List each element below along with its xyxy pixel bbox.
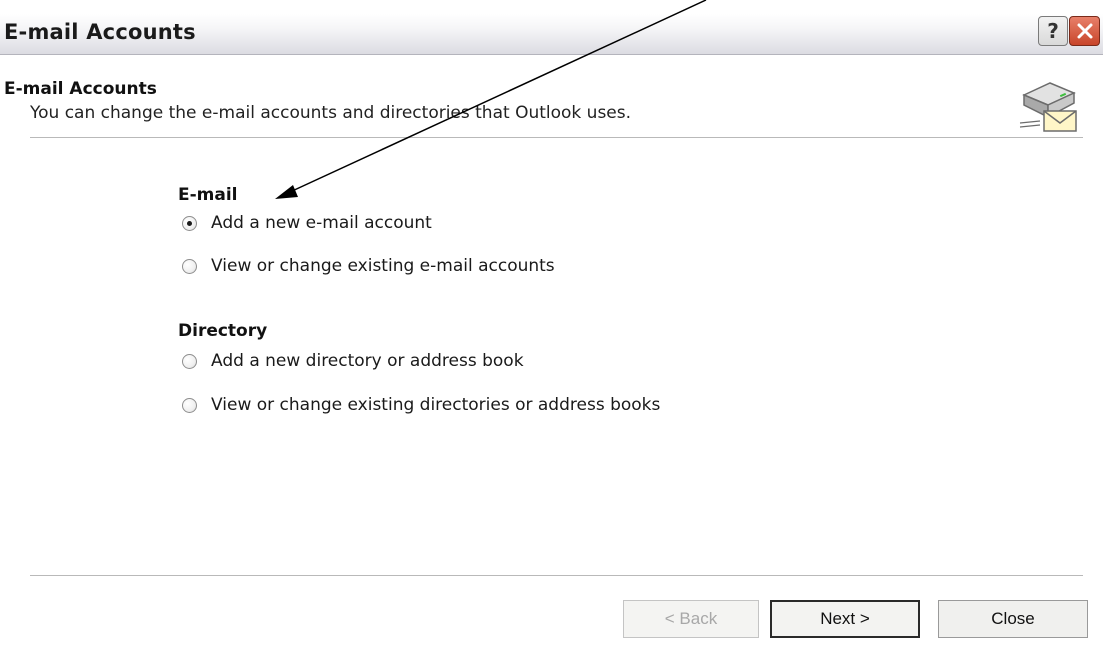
option-label: Add a new e-mail account	[211, 213, 432, 233]
radio-view-email-accounts[interactable]: View or change existing e-mail accounts	[182, 256, 555, 276]
help-icon: ?	[1047, 19, 1059, 43]
next-button[interactable]: Next >	[770, 600, 920, 638]
radio-button[interactable]	[182, 353, 197, 369]
close-window-button[interactable]	[1069, 16, 1100, 46]
radio-view-directories[interactable]: View or change existing directories or a…	[182, 395, 660, 415]
header-description: You can change the e-mail accounts and d…	[30, 103, 632, 123]
header-divider	[30, 137, 1083, 139]
title-bar[interactable]: E-mail Accounts ?	[0, 14, 1103, 55]
option-label: View or change existing directories or a…	[211, 395, 661, 415]
radio-button[interactable]	[182, 397, 197, 413]
back-button[interactable]: < Back	[623, 600, 759, 638]
close-icon	[1077, 23, 1092, 39]
radio-button[interactable]	[182, 258, 197, 274]
footer-divider	[30, 575, 1083, 577]
header-title: E-mail Accounts	[4, 79, 157, 99]
directory-group-label: Directory	[178, 321, 268, 341]
option-label: View or change existing e-mail accounts	[211, 256, 555, 276]
radio-add-email-account[interactable]: Add a new e-mail account	[182, 213, 432, 233]
mail-server-icon	[1019, 82, 1077, 132]
window-title: E-mail Accounts	[4, 20, 196, 44]
close-button[interactable]: Close	[938, 600, 1088, 638]
help-button[interactable]: ?	[1038, 16, 1068, 46]
email-group-label: E-mail	[178, 185, 238, 205]
dialog-header: E-mail Accounts You can change the e-mai…	[0, 55, 1103, 137]
option-label: Add a new directory or address book	[211, 351, 524, 371]
email-accounts-dialog: E-mail Accounts ? E-mail Accounts You ca…	[0, 0, 1103, 650]
radio-add-directory[interactable]: Add a new directory or address book	[182, 351, 524, 371]
radio-button-selected[interactable]	[182, 215, 197, 231]
